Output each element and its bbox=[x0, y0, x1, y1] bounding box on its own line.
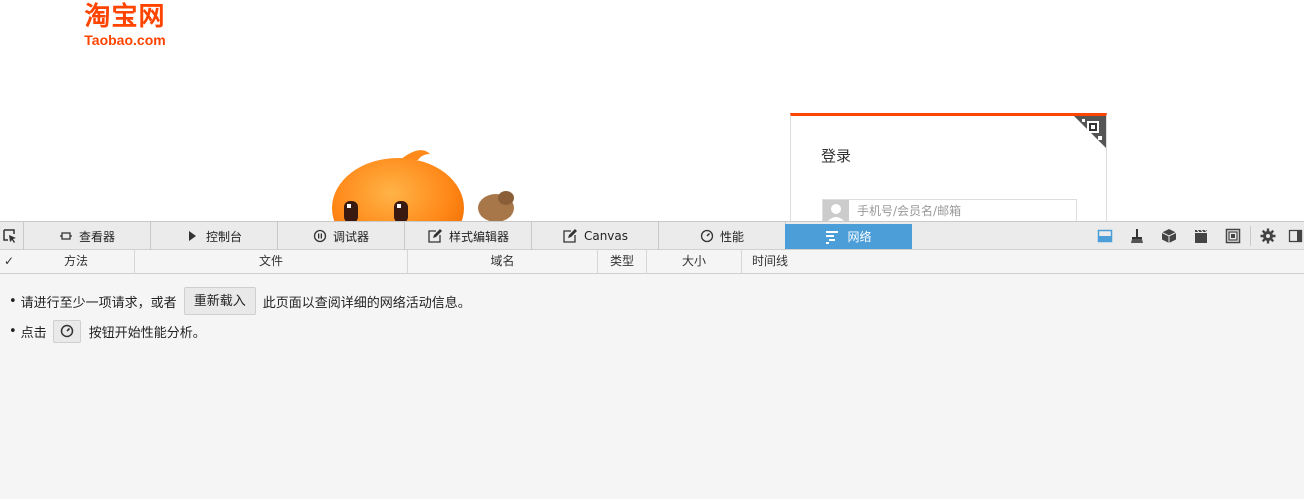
taobao-logo[interactable]: 淘宝网 Taobao.com bbox=[60, 2, 190, 48]
performance-icon bbox=[700, 229, 714, 243]
login-box: 登录 bbox=[790, 113, 1107, 221]
tab-debugger[interactable]: 调试器 bbox=[278, 222, 405, 250]
toolbar-separator bbox=[1250, 226, 1251, 246]
username-field[interactable] bbox=[822, 199, 1077, 221]
column-status[interactable]: ✓ bbox=[0, 250, 18, 273]
username-input[interactable] bbox=[857, 204, 1067, 218]
settings-icon[interactable] bbox=[1260, 228, 1276, 244]
dock-side-icon[interactable] bbox=[1288, 228, 1304, 244]
user-icon bbox=[823, 200, 849, 221]
notice-text: 按钮开始性能分析。 bbox=[88, 326, 206, 341]
performance-icon bbox=[60, 324, 73, 338]
devtools-panel: 查看器 控制台 调试器 样式编辑器 Canvas 性能 网络 ✓ 方法 文件 域… bbox=[0, 221, 1304, 499]
element-picker-button[interactable] bbox=[0, 222, 24, 250]
paintbrush-icon[interactable] bbox=[1129, 228, 1145, 244]
start-performance-button[interactable] bbox=[52, 320, 81, 343]
empty-notice-performance: • 点击 按钮开始性能分析。 bbox=[9, 320, 206, 343]
element-picker-icon bbox=[3, 229, 16, 243]
style-editor-icon bbox=[428, 229, 442, 243]
tab-label: 样式编辑器 bbox=[448, 229, 509, 244]
devtools-toolbar: 查看器 控制台 调试器 样式编辑器 Canvas 性能 网络 bbox=[0, 221, 1304, 250]
tab-network[interactable]: 网络 bbox=[785, 224, 912, 249]
reload-button[interactable]: 重新载入 bbox=[183, 287, 256, 315]
tab-console[interactable]: 控制台 bbox=[151, 222, 278, 250]
tab-canvas[interactable]: Canvas bbox=[532, 222, 659, 250]
network-icon bbox=[826, 230, 839, 244]
debugger-icon bbox=[313, 229, 327, 243]
column-type[interactable]: 类型 bbox=[598, 250, 647, 273]
bullet: • bbox=[9, 324, 17, 339]
tab-label: 查看器 bbox=[78, 229, 115, 244]
3d-view-icon[interactable] bbox=[1161, 228, 1177, 244]
column-timeline[interactable]: 时间线 bbox=[742, 250, 798, 273]
inspector-icon bbox=[59, 232, 72, 240]
mascot-illustration bbox=[332, 150, 514, 221]
tab-label: Canvas bbox=[583, 229, 629, 243]
column-method[interactable]: 方法 bbox=[18, 250, 135, 273]
column-size[interactable]: 大小 bbox=[647, 250, 742, 273]
qr-code-icon[interactable] bbox=[1068, 116, 1106, 154]
responsive-icon[interactable] bbox=[1225, 228, 1241, 244]
notice-text: 请进行至少一项请求，或者 bbox=[20, 295, 177, 311]
empty-notice-reload: • 请进行至少一项请求，或者 重新载入 此页面以查阅详细的网络活动信息。 bbox=[9, 287, 471, 315]
tab-label: 性能 bbox=[719, 229, 744, 244]
split-console-icon[interactable] bbox=[1097, 228, 1113, 244]
logo-english-text: Taobao.com bbox=[84, 32, 166, 48]
column-file[interactable]: 文件 bbox=[135, 250, 408, 273]
request-table-header: ✓ 方法 文件 域名 类型 大小 时间线 bbox=[0, 250, 1304, 274]
tab-label: 控制台 bbox=[205, 229, 242, 244]
bullet: • bbox=[9, 293, 17, 309]
tab-inspector[interactable]: 查看器 bbox=[24, 222, 151, 250]
notice-text: 此页面以查阅详细的网络活动信息。 bbox=[262, 295, 471, 311]
tab-performance[interactable]: 性能 bbox=[659, 222, 786, 250]
logo-chinese-text: 淘宝网 bbox=[84, 2, 166, 32]
login-title: 登录 bbox=[821, 147, 852, 165]
canvas-icon bbox=[563, 229, 577, 243]
tab-label: 调试器 bbox=[332, 229, 369, 244]
screenshot-icon[interactable] bbox=[1193, 228, 1209, 244]
tab-label: 网络 bbox=[847, 230, 872, 244]
web-page: 淘宝网 Taobao.com 登录 bbox=[0, 0, 1304, 221]
console-icon bbox=[188, 231, 196, 241]
notice-text: 点击 bbox=[20, 326, 47, 341]
column-domain[interactable]: 域名 bbox=[408, 250, 598, 273]
tab-style-editor[interactable]: 样式编辑器 bbox=[405, 222, 532, 250]
